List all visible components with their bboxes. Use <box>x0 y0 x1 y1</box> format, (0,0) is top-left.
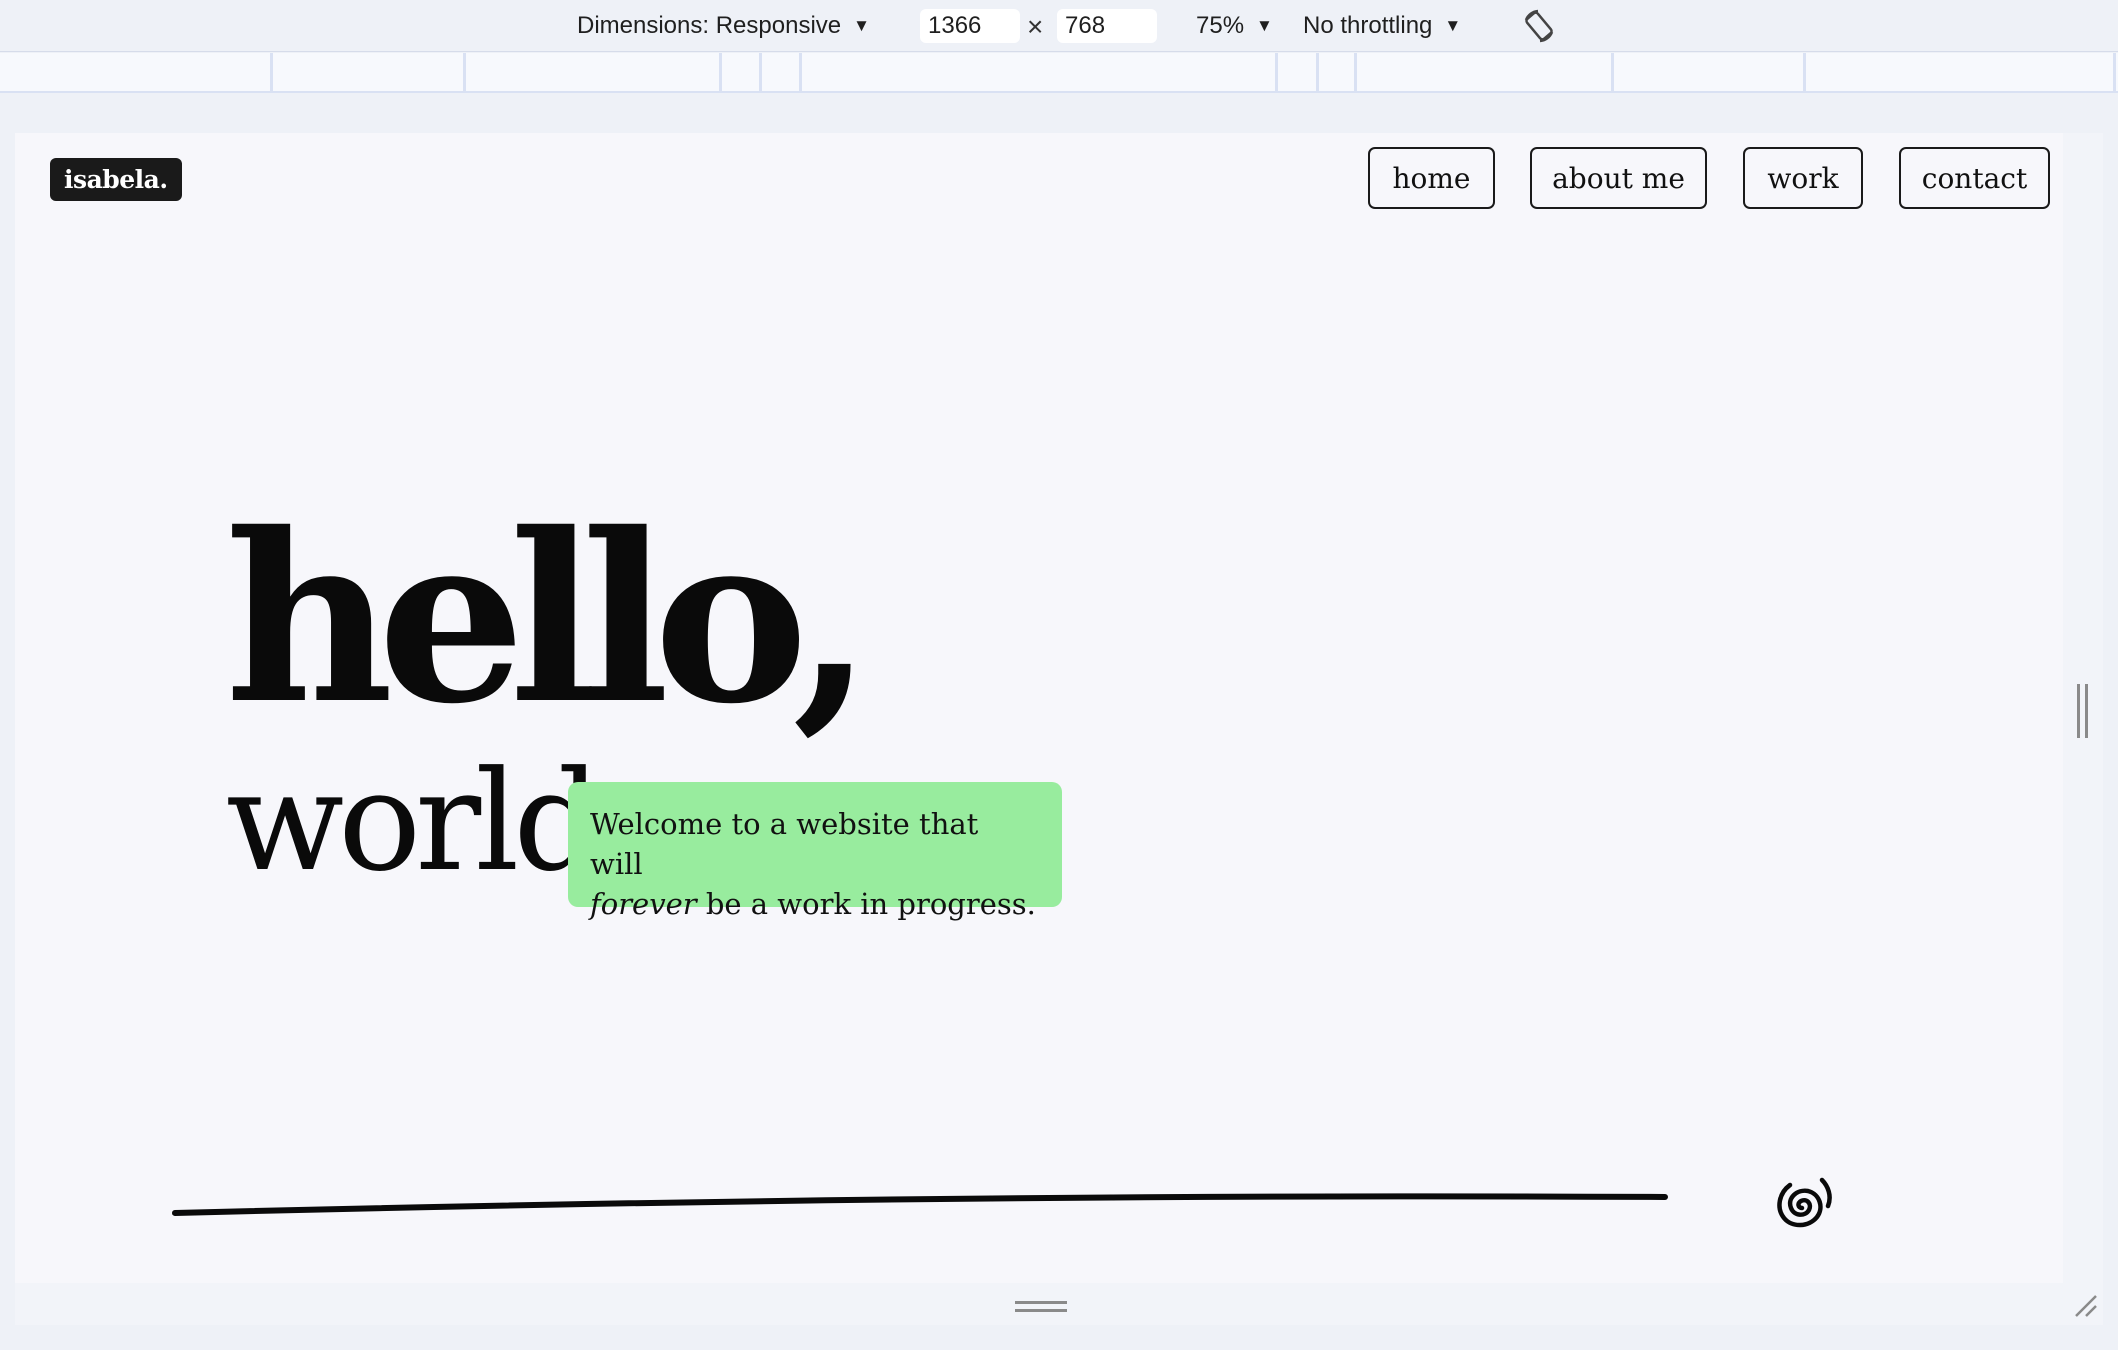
devtools-toolbar: Dimensions: Responsive ▼ 1366 × 768 75% … <box>0 0 2118 52</box>
throttling-label: No throttling <box>1303 12 1433 39</box>
welcome-callout: Welcome to a website that will forever b… <box>568 782 1062 921</box>
resize-grip-icon[interactable] <box>2072 1292 2098 1318</box>
width-input[interactable]: 1366 <box>920 9 1020 43</box>
ruler-segment[interactable] <box>1803 53 1806 93</box>
breakpoint-ruler[interactable] <box>0 53 2118 93</box>
right-resize-handle[interactable] <box>2077 684 2089 738</box>
welcome-emphasis: forever <box>590 887 697 921</box>
times-separator: × <box>1027 11 1044 42</box>
swirl-icon <box>1777 1177 1832 1228</box>
ruler-segment[interactable] <box>270 53 273 93</box>
dimensions-label: Dimensions: Responsive <box>577 12 842 39</box>
ruler-segment[interactable] <box>2113 53 2116 93</box>
chevron-down-icon: ▼ <box>1256 16 1273 35</box>
nav-about-button[interactable]: about me <box>1530 147 1707 209</box>
ruler-segment[interactable] <box>759 53 762 93</box>
ruler-segment[interactable] <box>1316 53 1319 93</box>
chevron-down-icon: ▼ <box>853 16 870 35</box>
ruler-segment[interactable] <box>719 53 722 93</box>
height-input[interactable]: 768 <box>1057 9 1157 43</box>
zoom-label: 75% <box>1196 12 1245 39</box>
hand-drawn-line <box>172 1193 1668 1216</box>
dimensions-dropdown[interactable]: Dimensions: Responsive ▼ <box>577 8 870 44</box>
site-logo[interactable]: isabela. <box>50 158 182 201</box>
rotate-icon[interactable] <box>1520 8 1558 44</box>
ruler-segment[interactable] <box>463 53 466 93</box>
chevron-down-icon: ▼ <box>1444 16 1462 35</box>
nav-home-button[interactable]: home <box>1368 147 1495 209</box>
ruler-segment[interactable] <box>1611 53 1614 93</box>
nav-contact-button[interactable]: contact <box>1899 147 2050 209</box>
nav-work-button[interactable]: work <box>1743 147 1863 209</box>
ruler-segment[interactable] <box>1354 53 1357 93</box>
welcome-text: Welcome to a website that will <box>590 807 979 881</box>
ruler-segment[interactable] <box>1275 53 1278 93</box>
throttling-dropdown[interactable]: No throttling ▼ <box>1303 8 1461 44</box>
hero-heading-hello: hello, <box>225 482 873 755</box>
zoom-dropdown[interactable]: 75% ▼ <box>1196 8 1273 44</box>
bottom-resize-handle[interactable] <box>1015 1301 1067 1313</box>
ruler-segment[interactable] <box>799 53 802 93</box>
welcome-text-end: be a work in progress. <box>696 887 1036 921</box>
emulated-viewport: isabela. home about me work contact hell… <box>15 133 2063 1283</box>
